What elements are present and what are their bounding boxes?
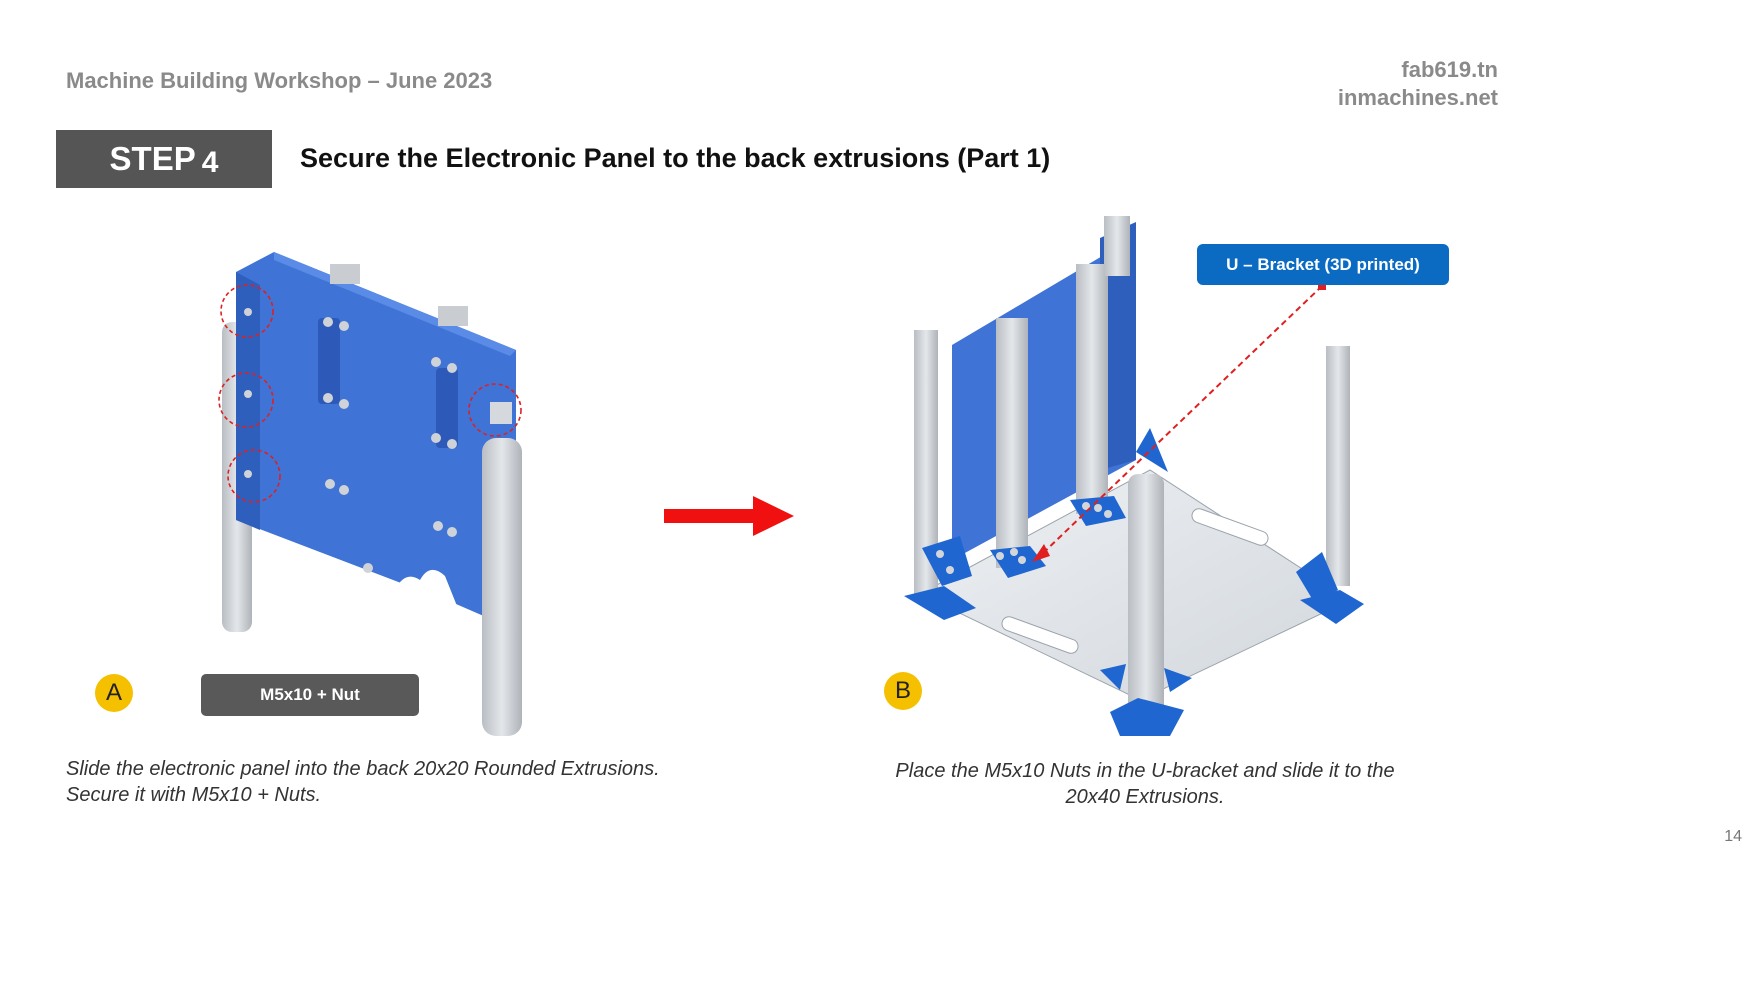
page-number: 14 — [1724, 828, 1742, 845]
caption-b: Place the M5x10 Nuts in the U-bracket an… — [880, 758, 1410, 810]
fastener-label: M5x10 + Nut — [201, 674, 419, 716]
badge-b: B — [884, 672, 922, 710]
caption-b-line2: 20x40 Extrusions. — [1065, 786, 1225, 808]
extrusion-20x40-2 — [1076, 264, 1108, 514]
extrusion-front-right — [1326, 346, 1350, 586]
badge-a: A — [95, 674, 133, 712]
extrusion-20x40-1 — [996, 318, 1028, 568]
figure-b-frame-assembly — [904, 216, 1364, 736]
u-bracket-callout: U – Bracket (3D printed) — [1197, 244, 1449, 285]
figure-a-electronic-panel — [218, 252, 522, 736]
arrow-right-icon — [664, 496, 794, 536]
caption-b-line1: Place the M5x10 Nuts in the U-bracket an… — [895, 760, 1395, 782]
caption-a-line1: Slide the electronic panel into the back… — [66, 758, 660, 780]
assembly-illustrations — [218, 216, 1364, 736]
blue-panel — [236, 252, 516, 630]
extrusion-front-rounded — [1128, 474, 1164, 718]
caption-a-line2: Secure it with M5x10 + Nuts. — [66, 784, 322, 806]
right-rounded-extrusion — [482, 438, 522, 736]
caption-a: Slide the electronic panel into the back… — [66, 756, 660, 808]
